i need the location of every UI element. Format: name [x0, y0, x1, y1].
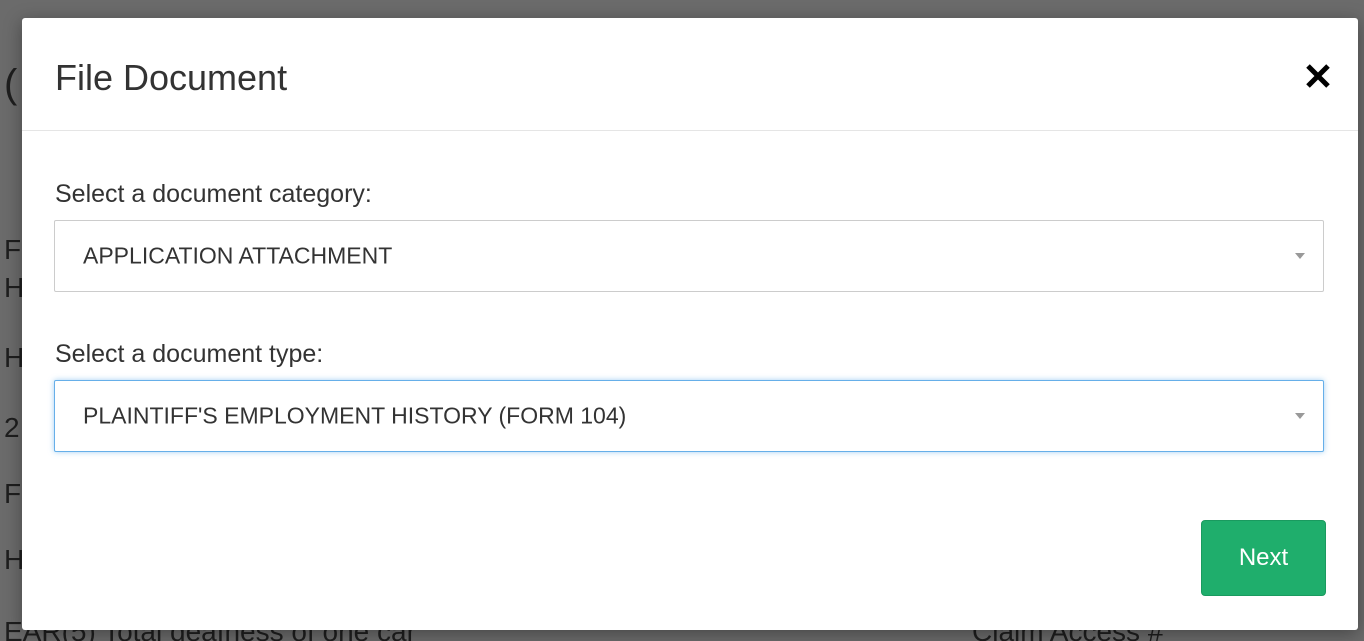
category-select-value: APPLICATION ATTACHMENT — [83, 242, 393, 269]
close-icon — [1306, 64, 1330, 88]
type-select-value: PLAINTIFF'S EMPLOYMENT HISTORY (FORM 104… — [83, 402, 627, 429]
file-document-dialog: File Document Select a document category… — [22, 18, 1358, 630]
close-button[interactable] — [1300, 58, 1336, 94]
dialog-title: File Document — [55, 57, 288, 98]
type-select[interactable]: PLAINTIFF'S EMPLOYMENT HISTORY (FORM 104… — [54, 380, 1324, 452]
chevron-down-icon — [1295, 413, 1305, 419]
background-text: F — [4, 478, 22, 509]
background-text: F — [4, 234, 22, 265]
type-label: Select a document type: — [55, 340, 324, 368]
next-button[interactable]: Next — [1201, 520, 1326, 596]
category-label: Select a document category: — [55, 180, 372, 208]
chevron-down-icon — [1295, 253, 1305, 259]
category-select[interactable]: APPLICATION ATTACHMENT — [54, 220, 1324, 292]
background-text: ( — [4, 62, 18, 106]
background-text: 2 — [4, 412, 20, 443]
dialog-header: File Document — [22, 18, 1358, 131]
